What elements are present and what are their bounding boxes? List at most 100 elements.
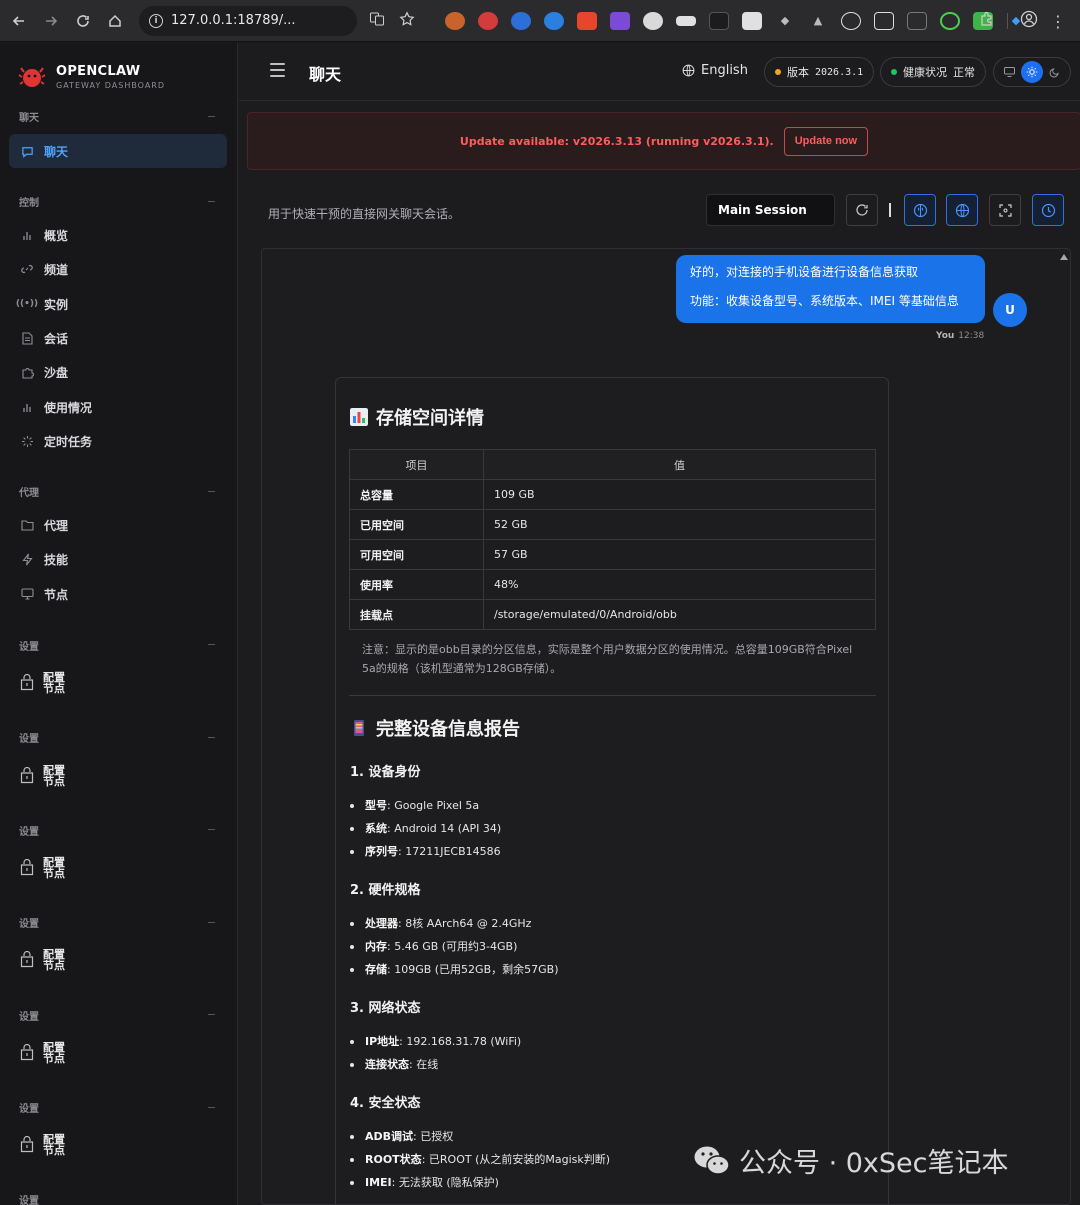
home-icon[interactable] (99, 5, 131, 37)
list-item-value: : 192.168.31.78 (WiFi) (399, 1035, 522, 1048)
sidebar-item-agents[interactable]: 代理 (9, 508, 227, 542)
sidebar-item-usage[interactable]: 使用情况 (9, 390, 227, 424)
focus-mode-button[interactable] (989, 194, 1021, 226)
sun-icon[interactable] (1020, 61, 1043, 83)
update-now-button[interactable]: Update now (783, 126, 869, 156)
sidebar-item-config-nodes[interactable]: 配置 节点 (19, 765, 69, 787)
list-item-key: 内存 (365, 940, 387, 953)
bar-chart-icon (20, 400, 34, 414)
list-item-key: 系统 (365, 822, 387, 835)
back-icon[interactable] (3, 5, 35, 37)
extension-bar-icon[interactable] (676, 15, 696, 26)
storage-note: 注意：显示的是obb目录的分区信息，实际是整个用户数据分区的使用情况。总容量10… (349, 631, 876, 696)
collapse-icon[interactable] (208, 1107, 215, 1108)
sidebar-item-sandbox[interactable]: 沙盘 (9, 355, 227, 389)
sidebar-item-label: 会话 (44, 331, 69, 346)
list-item: 系统: Android 14 (API 34) (349, 817, 502, 840)
sidebar-item-overview[interactable]: 概览 (9, 218, 227, 252)
user-message-bubble: 好的，对连接的手机设备进行设备信息获取 功能：收集设备型号、系统版本、IMEI … (676, 255, 985, 323)
brand-title: OPENCLAW (56, 64, 141, 79)
table-row: 已用空间 52 GB (349, 509, 876, 540)
extension-qr-icon[interactable] (742, 11, 762, 30)
collapse-icon[interactable] (208, 491, 215, 492)
extension-diamond-icon[interactable]: ◆ (775, 12, 795, 30)
extension-ghost-icon[interactable] (841, 11, 861, 30)
language-selector[interactable]: English (682, 63, 748, 78)
scroll-up-arrow-icon[interactable] (1060, 254, 1068, 260)
collapse-icon[interactable] (208, 644, 215, 645)
list-item: 连接状态: 在线 (349, 1053, 521, 1076)
collapse-icon[interactable] (208, 829, 215, 830)
brand[interactable]: OPENCLAW GATEWAY DASHBOARD (18, 63, 165, 91)
collapse-icon[interactable] (208, 1014, 215, 1015)
extension-terminal-icon[interactable] (709, 11, 729, 30)
session-select[interactable]: Main Session (706, 194, 835, 226)
main-content: 聊天 English 版本 2026.3.1 健康状况 正常 Update av… (239, 43, 1080, 1205)
sidebar-item-sessions[interactable]: 会话 (9, 321, 227, 355)
brain-toggle-button[interactable] (904, 194, 936, 226)
monitor-icon[interactable] (998, 61, 1020, 83)
watermark-text: 公众号 · 0xSec笔记本 (739, 1148, 1009, 1179)
extension-dice-icon[interactable] (478, 11, 498, 30)
page-subtitle: 用于快速干预的直接网关聊天会话。 (268, 207, 461, 221)
chat-thread[interactable]: 好的，对连接的手机设备进行设备信息获取 功能：收集设备型号、系统版本、IMEI … (261, 248, 1071, 1205)
site-info-icon[interactable]: i (149, 13, 163, 28)
sidebar-item-channels[interactable]: 频道 (9, 252, 227, 286)
toolbar-divider (1007, 13, 1008, 29)
collapse-icon[interactable] (208, 922, 215, 923)
table-row: 总容量 109 GB (349, 479, 876, 510)
sidebar-item-cron[interactable]: 定时任务 (9, 424, 227, 458)
theme-switch[interactable] (993, 57, 1071, 87)
browser-toolbar: i 127.0.0.1:18789/... ◆ ▲ ◆ ⋮ (0, 0, 1080, 42)
web-toggle-button[interactable] (946, 194, 978, 226)
forward-icon[interactable] (35, 5, 67, 37)
table-key: 使用率 (349, 569, 484, 600)
sidebar-item-config-nodes[interactable]: 配置 节点 (19, 1134, 69, 1156)
extension-cookie-icon[interactable] (445, 11, 465, 30)
wechat-icon (694, 1146, 730, 1175)
translate-icon[interactable] (369, 11, 385, 31)
storage-table: 项目 值 总容量 109 GB 已用空间 52 GB 可用空间 57 GB 使用率 48… (349, 449, 876, 630)
collapse-icon[interactable] (208, 116, 215, 117)
brand-subtitle: GATEWAY DASHBOARD (56, 81, 166, 90)
config-line2: 节点 (43, 1144, 65, 1157)
collapse-icon[interactable] (208, 737, 215, 738)
sidebar-item-nodes[interactable]: 节点 (9, 577, 227, 611)
chat-scrollbar[interactable] (1058, 249, 1070, 1204)
reload-icon[interactable] (67, 5, 99, 37)
collapse-icon[interactable] (208, 201, 215, 202)
extensions-menu-icon[interactable] (979, 11, 995, 31)
sidebar-item-instances[interactable]: ((•)) 实例 (9, 287, 227, 321)
message-line: 功能：收集设备型号、系统版本、IMEI 等基础信息 (690, 294, 959, 308)
sidebar-item-skills[interactable]: 技能 (9, 542, 227, 576)
refresh-button[interactable] (846, 194, 878, 226)
sidebar-item-config-nodes[interactable]: 配置 节点 (19, 857, 69, 879)
history-button[interactable] (1032, 194, 1064, 226)
extension-firefox-icon[interactable] (511, 11, 531, 30)
config-node-icon (20, 674, 34, 691)
profile-icon[interactable] (1020, 10, 1038, 32)
topbar: 聊天 English 版本 2026.3.1 健康状况 正常 (239, 43, 1080, 101)
section-label-settings: 设置 (19, 734, 39, 745)
extension-puzzle-icon[interactable] (643, 11, 663, 30)
sidebar-item-chat[interactable]: 聊天 (9, 134, 227, 168)
menu-toggle-icon[interactable] (270, 63, 285, 77)
sidebar-item-label: 节点 (44, 587, 69, 602)
extension-badge-icon[interactable] (610, 11, 630, 30)
extension-copy-icon[interactable] (907, 11, 927, 30)
bookmark-star-icon[interactable] (399, 10, 415, 31)
list-item-value: : Android 14 (API 34) (387, 822, 502, 835)
browser-menu-icon[interactable]: ⋮ (1050, 12, 1066, 31)
extension-gear-icon[interactable] (940, 11, 960, 30)
extension-translate-icon[interactable] (577, 11, 597, 30)
extension-hat-icon[interactable]: ▲ (808, 12, 828, 30)
address-bar[interactable]: i 127.0.0.1:18789/... (139, 5, 357, 36)
extension-robot-icon[interactable] (874, 11, 894, 30)
sidebar-item-config-nodes[interactable]: 配置 节点 (19, 672, 69, 694)
sidebar-item-config-nodes[interactable]: 配置 节点 (19, 949, 69, 971)
sidebar-item-config-nodes[interactable]: 配置 节点 (19, 1042, 69, 1064)
section-heading: 1. 设备身份 (350, 765, 421, 780)
extension-mask-icon[interactable] (544, 11, 564, 30)
table-row: 使用率 48% (349, 569, 876, 600)
moon-icon[interactable] (1044, 61, 1066, 83)
